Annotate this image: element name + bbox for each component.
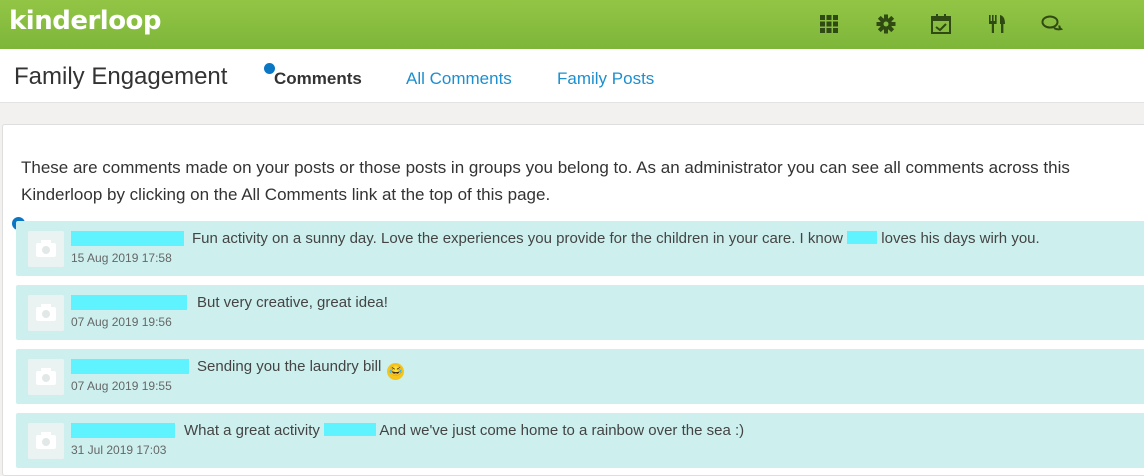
redacted-author-name [71, 295, 187, 310]
top-navigation-bar: kinderloop [0, 0, 1144, 49]
comment-text-part: Sending you the laundry bill [197, 358, 382, 375]
comment-timestamp: 07 Aug 2019 19:55 [71, 379, 172, 393]
comment-timestamp: 07 Aug 2019 19:56 [71, 315, 172, 329]
comment-text-part: And we've just come home to a rainbow ov… [379, 422, 745, 439]
comment-timestamp: 31 Jul 2019 17:03 [71, 443, 167, 457]
fork-knife-icon[interactable] [986, 13, 1008, 35]
intro-text: These are comments made on your posts or… [21, 158, 1070, 204]
redacted-child-name [324, 423, 377, 436]
page-title: Family Engagement [14, 63, 228, 90]
comment-item[interactable]: But very creative, great idea! 07 Aug 20… [16, 285, 1144, 340]
tab-comments[interactable]: Comments [274, 69, 362, 89]
comment-text-part: Fun activity on a sunny day. Love the ex… [192, 230, 843, 247]
chat-bubbles-icon[interactable] [1041, 13, 1063, 35]
redacted-author-name [71, 359, 189, 374]
apps-grid-icon[interactable] [818, 13, 840, 35]
page-header: Family Engagement Comments All Comments … [0, 49, 1144, 103]
redacted-child-name [847, 231, 878, 244]
tab-family-posts[interactable]: Family Posts [557, 69, 654, 89]
comment-text: But very creative, great idea! [197, 294, 388, 311]
avatar-placeholder-camera-icon [28, 359, 64, 395]
comment-text: Sending you the laundry bill 😂 [197, 358, 405, 380]
rolling-on-floor-laughing-emoji-icon: 😂 [387, 363, 405, 380]
kinderloop-logo[interactable]: kinderloop [9, 6, 162, 36]
comment-item[interactable]: Fun activity on a sunny day. Love the ex… [16, 221, 1144, 276]
comment-item[interactable]: What a great activity And we've just com… [16, 413, 1144, 468]
comment-item[interactable]: Sending you the laundry bill 😂 07 Aug 20… [16, 349, 1144, 404]
settings-gear-icon[interactable] [875, 13, 897, 35]
calendar-check-icon[interactable] [930, 13, 952, 35]
redacted-author-name [71, 423, 175, 438]
comment-text: What a great activity And we've just com… [184, 422, 744, 439]
avatar-placeholder-camera-icon [28, 295, 64, 331]
avatar-placeholder-camera-icon [28, 423, 64, 459]
comment-text: Fun activity on a sunny day. Love the ex… [192, 230, 1040, 247]
redacted-author-name [71, 231, 184, 246]
comment-text-part: What a great activity [184, 422, 320, 439]
avatar-placeholder-camera-icon [28, 231, 64, 267]
comment-text-part: loves his days wirh you. [881, 230, 1040, 247]
comment-timestamp: 15 Aug 2019 17:58 [71, 251, 172, 265]
tab-all-comments[interactable]: All Comments [406, 69, 512, 89]
